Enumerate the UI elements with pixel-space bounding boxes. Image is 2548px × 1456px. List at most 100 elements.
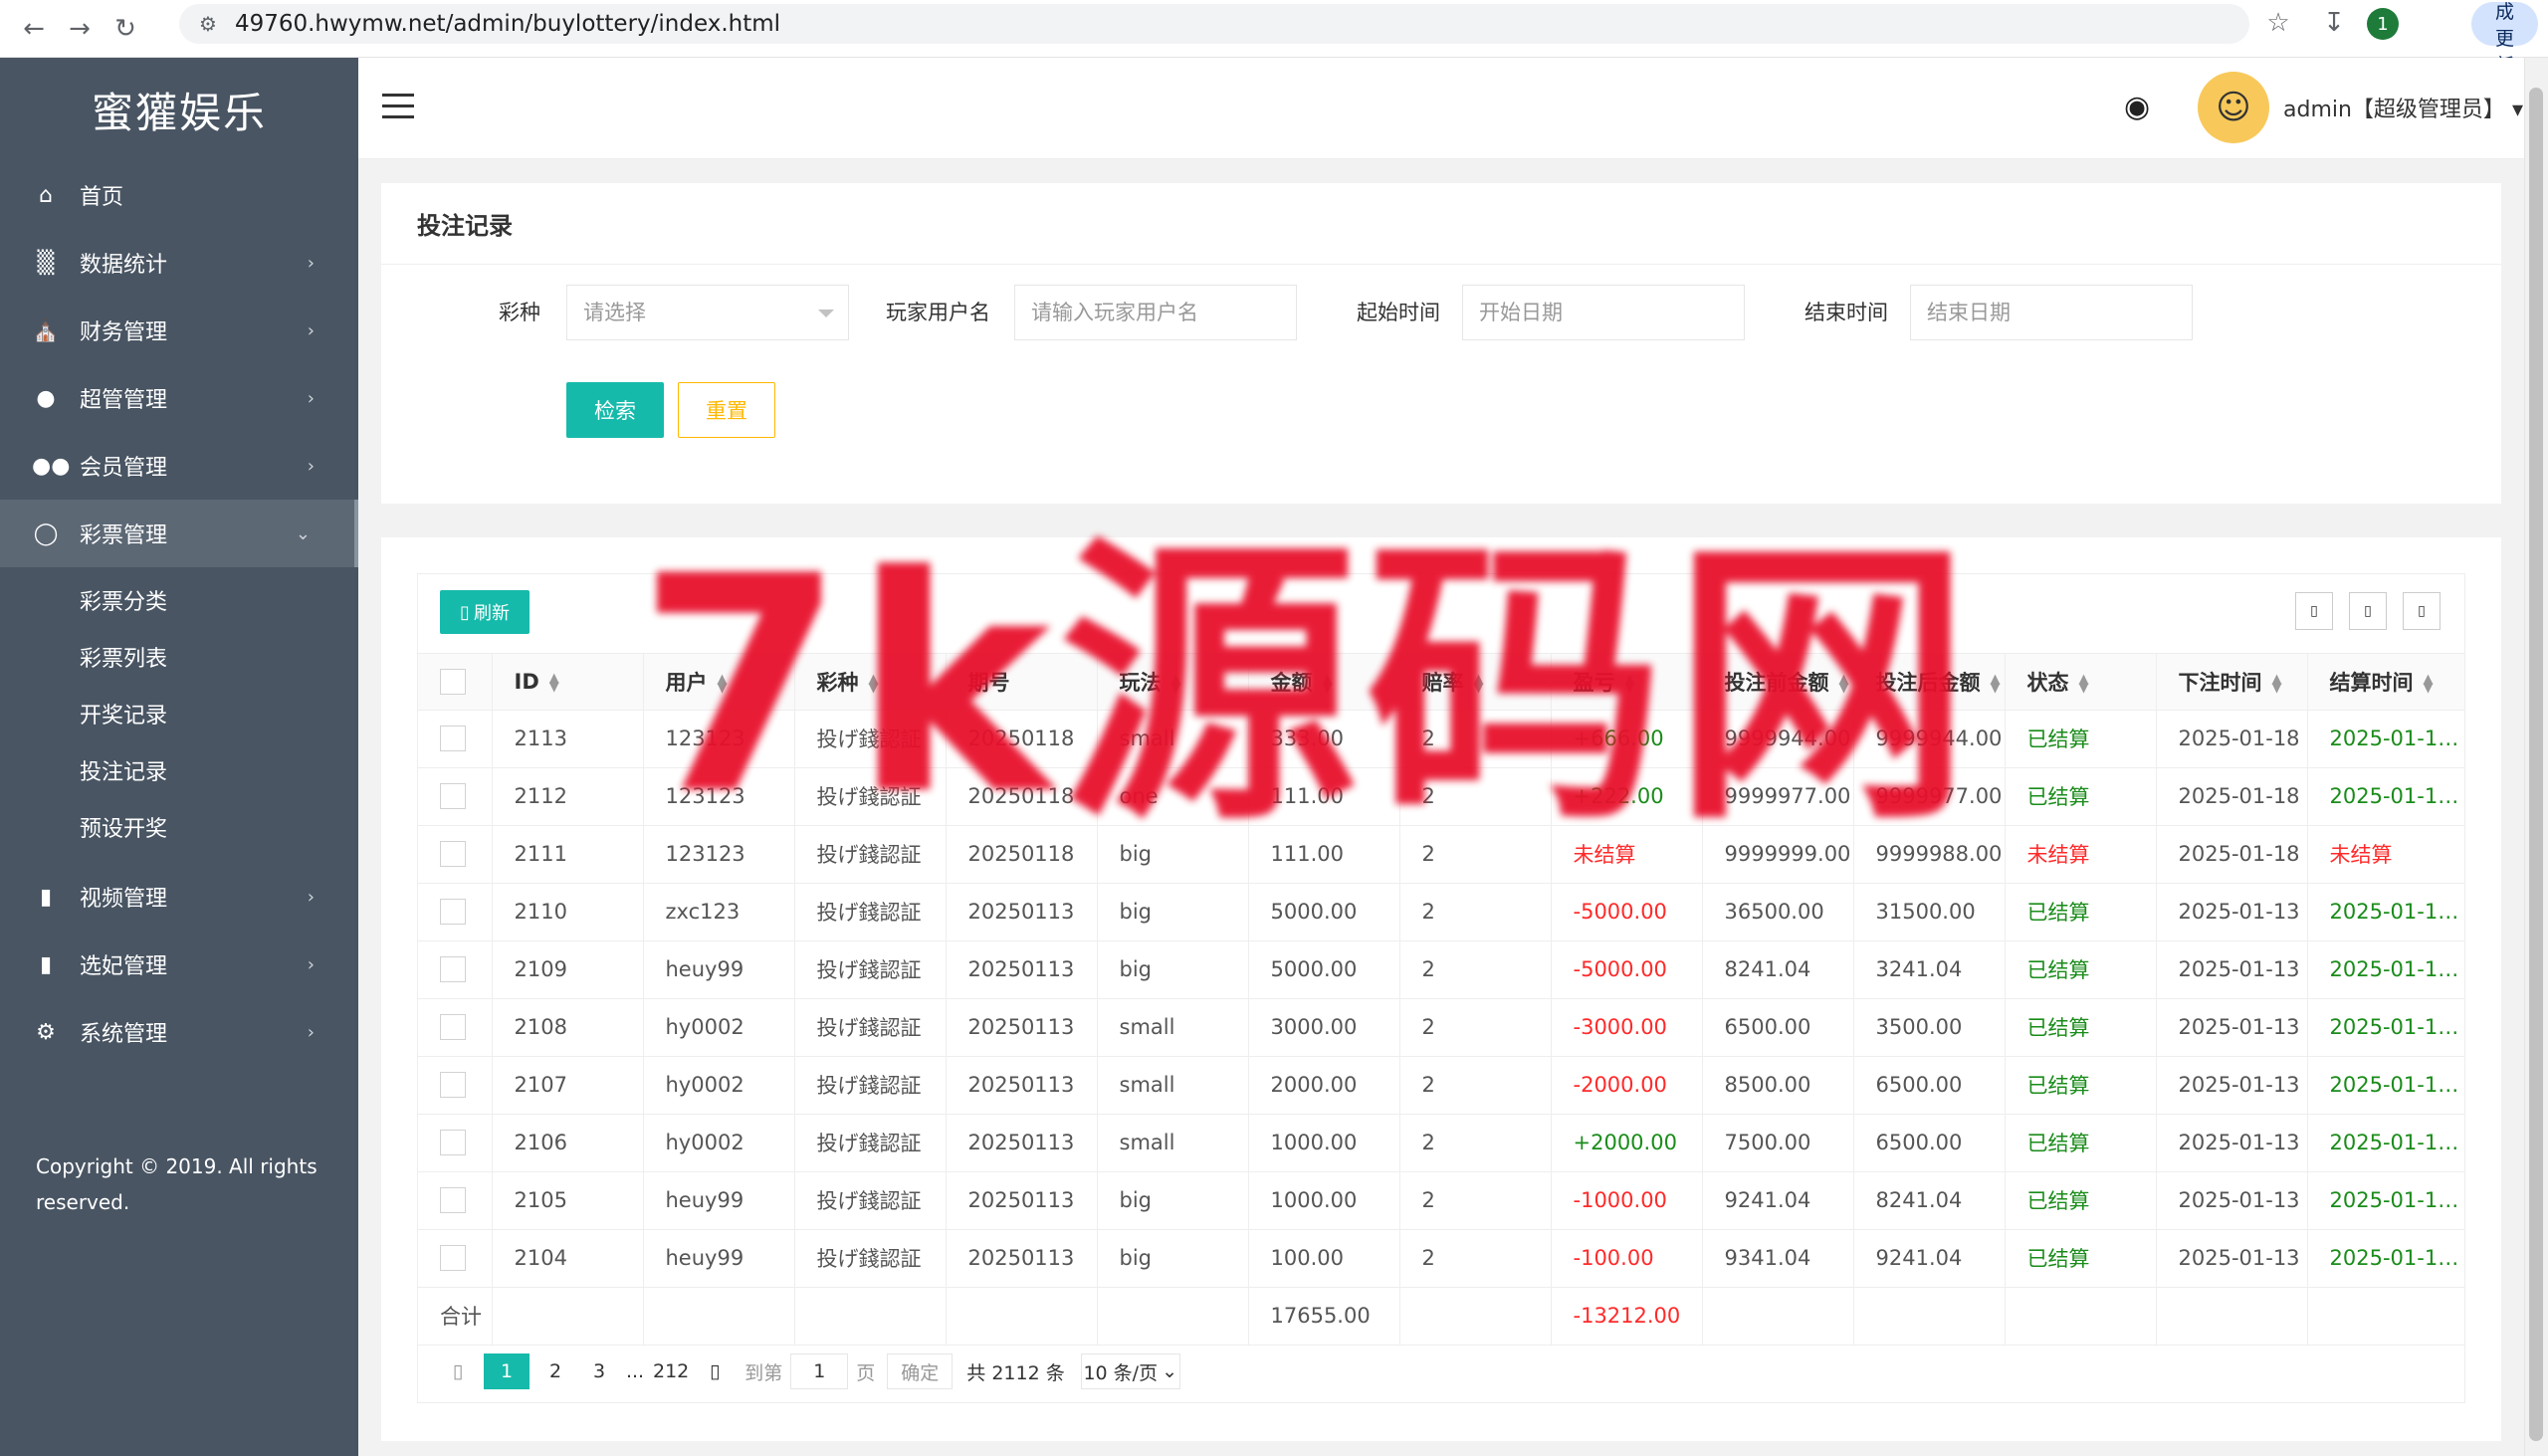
table-row[interactable]: 2106 hy0002 投げ錢認証 20250113 small 1000.00 2 +200… <box>418 1114 2464 1172</box>
table-row[interactable]: 2104 heuy99 投げ錢認証 20250113 big 100.00 2 -100.00… <box>418 1229 2464 1288</box>
cell-id: 2106 <box>492 1114 644 1172</box>
cell-id: 2109 <box>492 940 644 999</box>
page-button[interactable]: 2 <box>537 1353 573 1389</box>
column-label: 结算时间 <box>2329 670 2414 695</box>
back-icon[interactable]: ← <box>12 7 56 51</box>
table-row[interactable]: 2107 hy0002 投げ錢認証 20250113 small 2000.00 2 -200… <box>418 1056 2464 1115</box>
sort-icon[interactable]: ▲ ▼ <box>549 672 559 694</box>
cell-after: 6500.00 <box>1853 1114 2006 1172</box>
bookmark-star-icon[interactable]: ☆ <box>2257 2 2299 44</box>
forward-icon[interactable]: → <box>58 7 102 51</box>
page-button[interactable]: 1 <box>484 1353 530 1389</box>
reload-icon[interactable]: ↻ <box>104 7 147 51</box>
site-settings-icon[interactable]: ⚙ <box>199 12 217 36</box>
search-button[interactable]: 检索 <box>566 382 664 438</box>
row-checkbox[interactable] <box>440 726 466 751</box>
page-button[interactable]: 212 <box>653 1353 689 1389</box>
sidebar-item-label: 会员管理 <box>80 456 168 481</box>
cell-user: heuy99 <box>643 1171 795 1230</box>
cell-id: 2112 <box>492 767 644 826</box>
scrollbar-thumb[interactable] <box>2529 88 2543 1441</box>
goto-page-input[interactable]: 1 <box>790 1353 849 1389</box>
sidebar-item-home[interactable]: ⌂ 首页 <box>0 161 358 229</box>
row-select-cell <box>418 767 493 826</box>
sidebar-item-label: 首页 <box>80 185 124 210</box>
table-row[interactable]: 2109 heuy99 投げ錢認証 20250113 big 5000.00 2 -5000.… <box>418 940 2464 999</box>
column-header[interactable]: 状态 ▲ ▼ <box>2005 654 2157 711</box>
table-row[interactable]: 2110 zxc123 投げ錢認証 20250113 big 5000.00 2 -5000.… <box>418 883 2464 941</box>
reset-button[interactable]: 重置 <box>678 382 775 438</box>
sidebar-item-finance[interactable]: ⛪ 财务管理 › <box>0 297 358 364</box>
column-header[interactable]: 下注时间 ▲ ▼ <box>2156 654 2308 711</box>
chevron-right-icon: › <box>307 319 315 341</box>
menu-toggle-icon[interactable] <box>382 94 414 121</box>
refresh-button[interactable]: ▯ 刷新 <box>440 590 530 634</box>
sidebar-item-lottery[interactable]: ◯ 彩票管理 ⌄ <box>0 500 358 567</box>
cell-profit: -5000.00 <box>1551 940 1703 999</box>
cell-settle-time: 2025-01-13 19:1 <box>2307 940 2464 999</box>
start-date-input[interactable]: 开始日期 <box>1462 285 1745 340</box>
sort-icon[interactable]: ▲ ▼ <box>2424 673 2434 695</box>
page-button[interactable]: 3 <box>581 1353 617 1389</box>
export-icon[interactable]: ▯ <box>2349 592 2387 630</box>
row-checkbox[interactable] <box>440 1072 466 1098</box>
address-bar[interactable]: ⚙ 49760.hwymw.net/admin/buylottery/index… <box>179 4 2249 44</box>
row-checkbox[interactable] <box>440 956 466 982</box>
row-checkbox[interactable] <box>440 1014 466 1040</box>
row-checkbox[interactable] <box>440 1130 466 1155</box>
sort-icon[interactable]: ▲ ▼ <box>2079 673 2089 695</box>
sort-icon[interactable]: ▲ ▼ <box>1991 673 2001 695</box>
submenu-item-categories[interactable]: 彩票分类 <box>0 571 358 628</box>
lottery-select[interactable]: 请选择 <box>566 285 849 340</box>
username-input[interactable]: 请输入玩家用户名 <box>1014 285 1297 340</box>
row-checkbox[interactable] <box>440 841 466 867</box>
row-checkbox[interactable] <box>440 783 466 809</box>
row-checkbox[interactable] <box>440 1245 466 1271</box>
end-date-input[interactable]: 结束日期 <box>1910 285 2193 340</box>
cell-status: 已结算 <box>2005 767 2157 826</box>
sidebar-item-system[interactable]: ⚙ 系统管理 › <box>0 998 358 1066</box>
row-checkbox[interactable] <box>440 1187 466 1213</box>
column-header[interactable]: 结算时间 ▲ ▼ <box>2307 654 2464 711</box>
sidebar-item-selection[interactable]: ▮ 选妃管理 › <box>0 931 358 998</box>
cell-issue: 20250113 <box>946 1171 1098 1230</box>
columns-filter-icon[interactable]: ▯ <box>2295 592 2333 630</box>
cell-id: 2110 <box>492 883 644 941</box>
cell-odds: 2 <box>1399 1171 1552 1230</box>
page-size-select[interactable]: 10 条/页 ⌄ <box>1080 1353 1180 1389</box>
cell-odds: 2 <box>1399 1056 1552 1115</box>
totals-empty-cell <box>2307 1287 2464 1346</box>
sidebar-item-members[interactable]: ●● 会员管理 › <box>0 432 358 500</box>
table-row[interactable]: 2108 hy0002 投げ錢認証 20250113 small 3000.00 2 -300… <box>418 998 2464 1057</box>
prev-page-icon[interactable]: ▯ <box>440 1353 476 1389</box>
submenu-item-bet-records[interactable]: 投注记录 <box>0 741 358 798</box>
next-page-icon[interactable]: ▯ <box>697 1353 733 1389</box>
cell-play: big <box>1097 1171 1249 1230</box>
sidebar-item-label: 超管管理 <box>80 388 168 413</box>
admin-user-menu[interactable]: admin【超级管理员】 ▾ <box>2283 92 2523 123</box>
row-checkbox[interactable] <box>440 899 466 925</box>
submenu-item-draw-records[interactable]: 开奖记录 <box>0 685 358 741</box>
download-icon[interactable]: ↧ <box>2313 2 2355 44</box>
sidebar-item-videos[interactable]: ▮ 视频管理 › <box>0 863 358 931</box>
sidebar-item-statistics[interactable]: ▒ 数据统计 › <box>0 229 358 297</box>
goto-confirm-button[interactable]: 确定 <box>887 1353 954 1389</box>
theme-palette-icon[interactable]: ◉ <box>2124 90 2150 124</box>
avatar[interactable]: ☺ <box>2198 72 2269 143</box>
select-all-checkbox[interactable] <box>440 668 466 695</box>
table-row[interactable]: 2105 heuy99 投げ錢認証 20250113 big 1000.00 2 -1000.… <box>418 1171 2464 1230</box>
submenu-item-lottery-list[interactable]: 彩票列表 <box>0 628 358 685</box>
submenu-item-preset-draw[interactable]: 预设开奖 <box>0 798 358 855</box>
sidebar-item-admin[interactable]: ● 超管管理 › <box>0 364 358 432</box>
copyright-text: Copyright © 2019. All rights reserved. <box>36 1154 318 1214</box>
column-header[interactable]: ID ▲ ▼ <box>492 654 644 711</box>
download-count-badge[interactable]: 1 <box>2367 8 2399 40</box>
brand-logo[interactable]: 蜜獾娱乐 <box>0 58 358 161</box>
cell-status: 已结算 <box>2005 940 2157 999</box>
update-button[interactable]: 完成更新 <box>2470 1 2538 77</box>
cell-before: 8241.04 <box>1702 940 1854 999</box>
print-icon[interactable]: ▯ <box>2403 592 2441 630</box>
page-scrollbar[interactable] <box>2524 58 2548 1456</box>
cell-issue: 20250113 <box>946 883 1098 941</box>
sort-icon[interactable]: ▲ ▼ <box>2272 673 2282 695</box>
